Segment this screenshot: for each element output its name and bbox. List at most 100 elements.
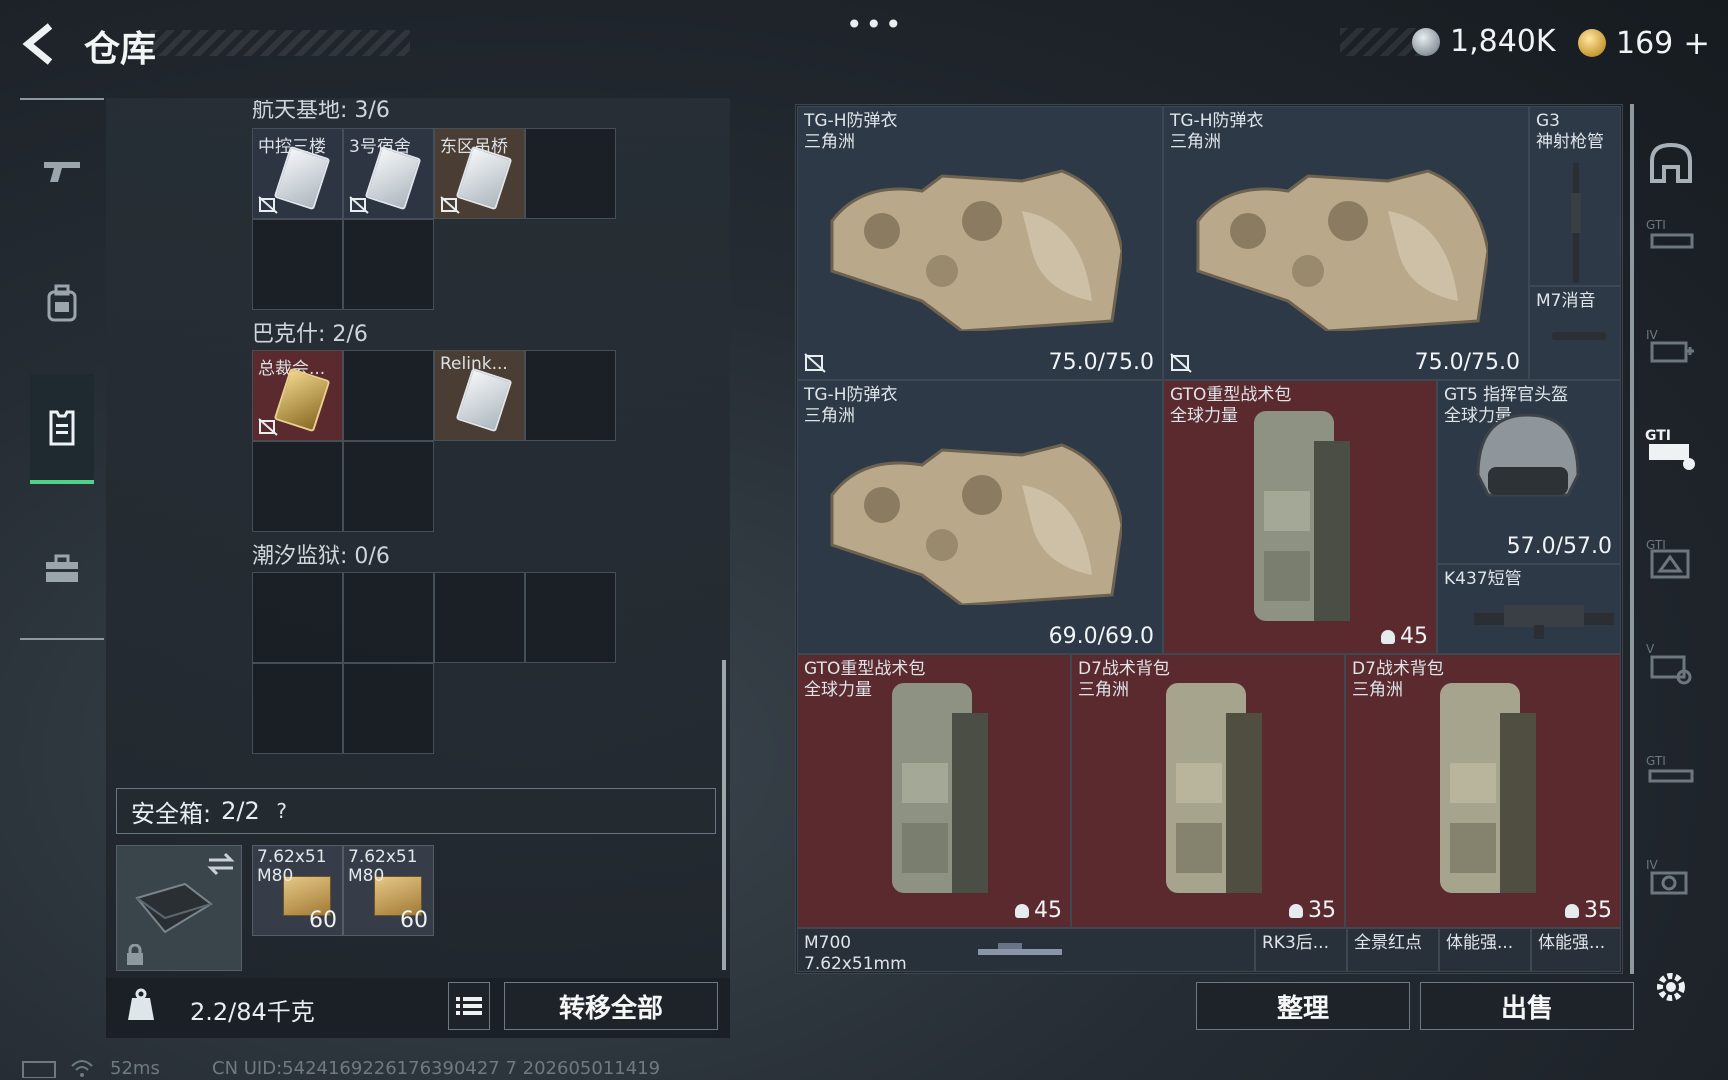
rifle-icon: [978, 943, 1062, 955]
item-backpack[interactable]: GTO重型战术包 全球力量 45: [1163, 380, 1437, 654]
nav-toolbox[interactable]: [30, 514, 94, 624]
uid: CN UID:5424169226176390427 7 20260501141…: [212, 1058, 661, 1079]
filter-camera[interactable]: IV: [1640, 848, 1702, 910]
title-decoration: [150, 30, 410, 56]
settings-button[interactable]: [1640, 956, 1702, 1018]
item-capacity: 35: [1289, 898, 1336, 923]
add-gold-button[interactable]: +: [1683, 24, 1710, 62]
aerospace-grid: 中控三楼 3号宿舍 东区吊桥: [252, 128, 616, 310]
item-name: M7消音: [1536, 291, 1596, 311]
item-name: TG-H防弹衣 三角洲: [1170, 111, 1264, 152]
section-label-tidal-prison: 潮汐监狱: 0/6: [252, 544, 390, 569]
item-attachment[interactable]: 全景红点: [1347, 928, 1439, 972]
no-trade-icon: [258, 418, 278, 436]
empty-slot[interactable]: [525, 128, 616, 219]
ammo-slot[interactable]: 7.62x51 M80 60: [343, 845, 434, 936]
item-attachment[interactable]: RK3后...: [1255, 928, 1347, 972]
item-slot[interactable]: 中控三楼: [252, 128, 343, 219]
empty-slot[interactable]: [252, 441, 343, 532]
filter-gun[interactable]: GTI: [1640, 742, 1702, 804]
capacity-icon: [1289, 903, 1303, 918]
gold-currency[interactable]: 169 +: [1578, 24, 1710, 62]
item-barrel[interactable]: G3 神射枪管: [1529, 106, 1621, 286]
item-name: K437短管: [1444, 569, 1522, 589]
nav-weapons[interactable]: [30, 116, 94, 226]
gold-coin-icon: [1578, 29, 1606, 57]
device-icon: [22, 1061, 56, 1078]
list-icon: [456, 997, 482, 1015]
filter-box[interactable]: GTI: [1640, 528, 1702, 590]
helmet-icon: [1650, 142, 1692, 183]
item-slot[interactable]: 3号宿舍: [343, 128, 434, 219]
section-label-bakhsh: 巴克什: 2/6: [252, 322, 368, 347]
backpack-icon: [1254, 411, 1350, 621]
filter-kit[interactable]: V: [1640, 632, 1702, 694]
empty-slot[interactable]: [525, 572, 616, 663]
capacity-icon: [1015, 903, 1029, 918]
body-armor-icon: [830, 443, 1122, 605]
back-arrow-icon[interactable]: [20, 22, 60, 66]
item-helmet[interactable]: GT5 指挥官头盔 全球力量 57.0/57.0: [1437, 380, 1621, 564]
empty-slot[interactable]: [343, 350, 434, 441]
empty-slot[interactable]: [343, 663, 434, 754]
filter-vest[interactable]: GTI: [1640, 418, 1702, 480]
swap-icon[interactable]: [207, 852, 235, 876]
transfer-all-button[interactable]: 转移全部: [504, 982, 718, 1030]
empty-slot[interactable]: [343, 441, 434, 532]
filter-rifle[interactable]: GTI: [1640, 206, 1702, 268]
svg-text:IV: IV: [1646, 858, 1659, 872]
backpack-icon: [1166, 683, 1262, 893]
nav-vest[interactable]: [30, 374, 94, 484]
ammo-slot[interactable]: 7.62x51 M80 60: [252, 845, 343, 936]
help-icon[interactable]: ?: [270, 799, 294, 823]
item-capacity: 45: [1381, 624, 1428, 649]
item-barrel[interactable]: K437短管: [1437, 564, 1621, 654]
capacity-icon: [1565, 903, 1579, 918]
list-view-button[interactable]: [448, 982, 490, 1030]
item-consumable[interactable]: 体能强...: [1531, 928, 1621, 972]
item-slot[interactable]: 总裁会...: [252, 350, 343, 441]
item-vest[interactable]: TG-H防弹衣 三角洲 75.0/75.0: [1163, 106, 1529, 380]
item-slot[interactable]: 东区吊桥: [434, 128, 525, 219]
empty-slot[interactable]: [343, 219, 434, 310]
item-durability: 57.0/57.0: [1506, 534, 1612, 559]
item-vest[interactable]: TG-H防弹衣 三角洲 75.0/75.0: [797, 106, 1163, 380]
item-name: 全景红点: [1354, 933, 1422, 953]
item-backpack[interactable]: D7战术背包 三角洲 35: [1345, 654, 1621, 928]
filter-medkit[interactable]: IV: [1640, 316, 1702, 378]
menu-dots[interactable]: •••: [846, 8, 905, 41]
silver-amount: 1,840K: [1450, 24, 1556, 59]
empty-slot[interactable]: [252, 219, 343, 310]
storage-scrollbar[interactable]: [722, 660, 726, 970]
vest-icon: [49, 410, 75, 446]
keycard-icon: [455, 367, 513, 433]
item-backpack[interactable]: GTO重型战术包 全球力量 45: [797, 654, 1071, 928]
item-rifle[interactable]: M700 7.62x51mm: [797, 928, 1255, 972]
item-name: TG-H防弹衣 三角洲: [804, 111, 898, 152]
sort-button[interactable]: 整理: [1196, 982, 1410, 1030]
settings-icon: [1657, 973, 1685, 1001]
v-kit-icon: V: [1646, 642, 1692, 685]
filter-helmet[interactable]: [1640, 132, 1702, 194]
item-suppressor[interactable]: M7消音: [1529, 286, 1621, 380]
item-consumable[interactable]: 体能强...: [1439, 928, 1531, 972]
empty-slot[interactable]: [434, 572, 525, 663]
wifi-icon: [71, 1060, 93, 1077]
empty-slot[interactable]: [252, 572, 343, 663]
empty-slot[interactable]: [252, 663, 343, 754]
silver-currency: 1,840K: [1412, 24, 1556, 59]
inventory-scrollbar[interactable]: [1630, 104, 1634, 974]
no-trade-icon: [258, 196, 278, 214]
safebox-count: 2/2: [221, 797, 260, 825]
item-name: RK3后...: [1262, 933, 1329, 953]
item-backpack[interactable]: D7战术背包 三角洲 35: [1071, 654, 1345, 928]
gold-amount: 169: [1616, 25, 1674, 61]
empty-slot[interactable]: [525, 350, 616, 441]
suppressor-icon: [1552, 332, 1606, 340]
item-slot[interactable]: Relink...: [434, 350, 525, 441]
nav-backpack[interactable]: [30, 248, 94, 358]
safebox-slot[interactable]: [116, 845, 242, 971]
empty-slot[interactable]: [343, 572, 434, 663]
item-vest[interactable]: TG-H防弹衣 三角洲 69.0/69.0: [797, 380, 1163, 654]
sell-button[interactable]: 出售: [1420, 982, 1634, 1030]
